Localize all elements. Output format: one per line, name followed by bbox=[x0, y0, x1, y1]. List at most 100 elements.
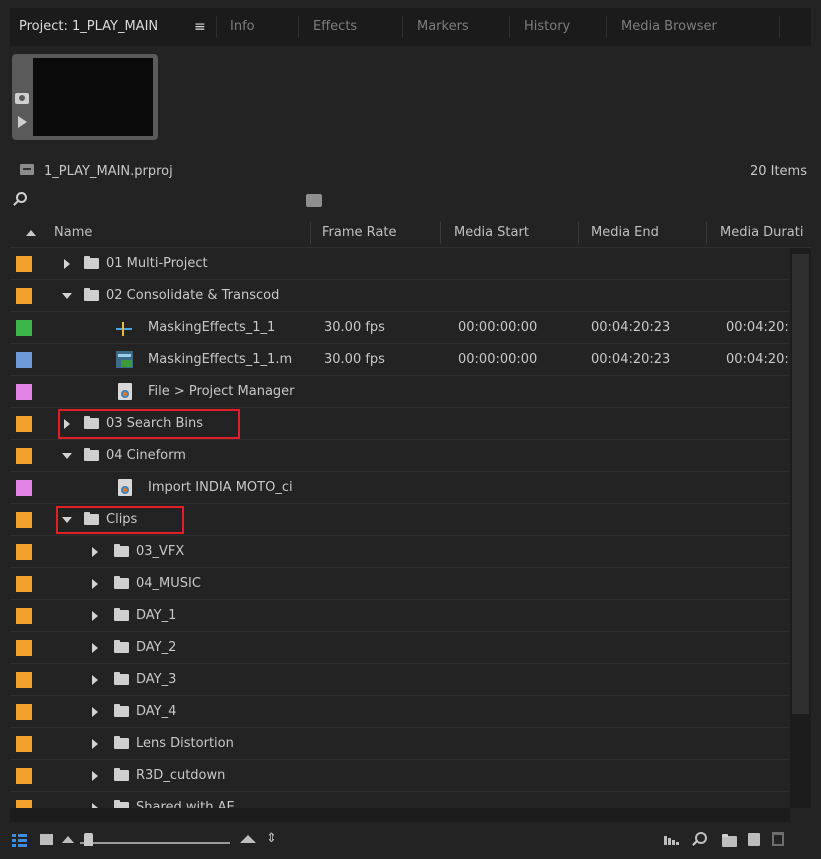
tab-markers[interactable]: Markers bbox=[417, 8, 469, 46]
folder-icon bbox=[114, 704, 129, 717]
collapse-arrow-icon[interactable] bbox=[62, 293, 72, 299]
column-header-media-start[interactable]: Media Start bbox=[454, 218, 529, 248]
list-item[interactable]: File > Project Manager bbox=[10, 376, 789, 408]
panel-menu-icon[interactable]: ≡ bbox=[194, 8, 206, 46]
label-color-chip[interactable] bbox=[16, 352, 32, 368]
up-folder-icon[interactable] bbox=[20, 164, 34, 175]
item-name: DAY_1 bbox=[136, 608, 177, 623]
clear-trash-icon[interactable] bbox=[772, 832, 784, 846]
column-divider[interactable] bbox=[440, 222, 441, 244]
list-item[interactable]: 01 Multi-Project bbox=[10, 248, 789, 280]
expand-arrow-icon[interactable] bbox=[92, 643, 98, 653]
list-item[interactable]: DAY_2 bbox=[10, 632, 789, 664]
search-input[interactable] bbox=[34, 190, 294, 212]
new-item-icon[interactable] bbox=[748, 833, 760, 846]
label-color-chip[interactable] bbox=[16, 768, 32, 784]
label-color-chip[interactable] bbox=[16, 288, 32, 304]
label-color-chip[interactable] bbox=[16, 576, 32, 592]
list-item[interactable]: Shared with AE bbox=[10, 792, 789, 808]
search-row bbox=[10, 190, 811, 212]
label-color-chip[interactable] bbox=[16, 448, 32, 464]
list-item[interactable]: Lens Distortion bbox=[10, 728, 789, 760]
label-color-chip[interactable] bbox=[16, 416, 32, 432]
expand-arrow-icon[interactable] bbox=[64, 259, 70, 269]
document-icon bbox=[118, 479, 132, 496]
expand-arrow-icon[interactable] bbox=[92, 547, 98, 557]
sort-icons-icon[interactable]: ⇕ bbox=[266, 830, 277, 848]
list-item[interactable]: 03_VFX bbox=[10, 536, 789, 568]
camera-icon[interactable] bbox=[15, 93, 29, 104]
zoom-in-icon[interactable] bbox=[240, 835, 256, 843]
tab-info[interactable]: Info bbox=[230, 8, 255, 46]
expand-arrow-icon[interactable] bbox=[92, 739, 98, 749]
column-header-media-duration[interactable]: Media Durati bbox=[720, 218, 811, 248]
label-color-chip[interactable] bbox=[16, 544, 32, 560]
play-icon[interactable] bbox=[18, 116, 27, 128]
automate-to-sequence-icon[interactable] bbox=[664, 836, 680, 845]
label-color-chip[interactable] bbox=[16, 704, 32, 720]
label-color-chip[interactable] bbox=[16, 640, 32, 656]
tab-divider bbox=[509, 16, 510, 38]
tab-project[interactable]: Project: 1_PLAY_MAIN bbox=[19, 8, 158, 46]
list-item[interactable]: Clips bbox=[10, 504, 789, 536]
expand-arrow-icon[interactable] bbox=[92, 675, 98, 685]
new-bin-icon[interactable] bbox=[722, 834, 737, 847]
media-end-value: 00:04:20:23 bbox=[591, 320, 671, 335]
new-search-bin-icon[interactable] bbox=[306, 194, 322, 207]
column-divider[interactable] bbox=[310, 222, 311, 244]
column-divider[interactable] bbox=[578, 222, 579, 244]
item-name: Shared with AE bbox=[136, 800, 235, 808]
label-color-chip[interactable] bbox=[16, 800, 32, 808]
item-name: 02 Consolidate & Transcod bbox=[106, 288, 280, 303]
item-name: R3D_cutdown bbox=[136, 768, 226, 783]
list-item[interactable]: DAY_4 bbox=[10, 696, 789, 728]
column-header-media-end[interactable]: Media End bbox=[591, 218, 659, 248]
horizontal-scrollbar[interactable] bbox=[10, 808, 790, 822]
list-view-icon[interactable] bbox=[12, 833, 28, 847]
expand-arrow-icon[interactable] bbox=[92, 579, 98, 589]
label-color-chip[interactable] bbox=[16, 672, 32, 688]
collapse-arrow-icon[interactable] bbox=[62, 453, 72, 459]
vertical-scrollbar[interactable] bbox=[790, 248, 811, 808]
column-header-name[interactable]: Name bbox=[54, 218, 92, 248]
list-item[interactable]: DAY_3 bbox=[10, 664, 789, 696]
icon-view-icon[interactable] bbox=[40, 834, 53, 845]
list-item[interactable]: MaskingEffects_1_1.m 30.00 fps 00:00:00:… bbox=[10, 344, 789, 376]
item-name: Import INDIA MOTO_ci bbox=[148, 480, 293, 495]
list-item[interactable]: R3D_cutdown bbox=[10, 760, 789, 792]
tab-effects[interactable]: Effects bbox=[313, 8, 357, 46]
find-icon[interactable] bbox=[695, 832, 707, 844]
label-color-chip[interactable] bbox=[16, 256, 32, 272]
zoom-slider-handle[interactable] bbox=[84, 833, 93, 846]
list-item[interactable]: 03 Search Bins bbox=[10, 408, 789, 440]
item-name: 04 Cineform bbox=[106, 448, 186, 463]
label-color-chip[interactable] bbox=[16, 512, 32, 528]
list-item[interactable]: 04 Cineform bbox=[10, 440, 789, 472]
folder-icon bbox=[114, 736, 129, 749]
sort-ascending-icon[interactable] bbox=[26, 230, 36, 236]
tab-media-browser[interactable]: Media Browser bbox=[621, 8, 717, 46]
preview-screen bbox=[33, 58, 153, 136]
expand-arrow-icon[interactable] bbox=[92, 707, 98, 717]
expand-arrow-icon[interactable] bbox=[92, 611, 98, 621]
tab-history[interactable]: History bbox=[524, 8, 570, 46]
label-color-chip[interactable] bbox=[16, 320, 32, 336]
expand-arrow-icon[interactable] bbox=[92, 771, 98, 781]
list-item[interactable]: Import INDIA MOTO_ci bbox=[10, 472, 789, 504]
list-item[interactable]: DAY_1 bbox=[10, 600, 789, 632]
column-divider[interactable] bbox=[706, 222, 707, 244]
list-item[interactable]: 04_MUSIC bbox=[10, 568, 789, 600]
project-file-name: 1_PLAY_MAIN.prproj bbox=[44, 164, 173, 179]
freeform-view-icon[interactable] bbox=[62, 836, 74, 843]
label-color-chip[interactable] bbox=[16, 736, 32, 752]
label-color-chip[interactable] bbox=[16, 480, 32, 496]
list-item[interactable]: 02 Consolidate & Transcod bbox=[10, 280, 789, 312]
column-header-frame-rate[interactable]: Frame Rate bbox=[322, 218, 396, 248]
scrollbar-thumb[interactable] bbox=[792, 254, 809, 714]
label-color-chip[interactable] bbox=[16, 384, 32, 400]
highlight-box bbox=[58, 409, 240, 439]
zoom-slider-track[interactable] bbox=[80, 842, 230, 844]
tab-divider bbox=[298, 16, 299, 38]
list-item[interactable]: MaskingEffects_1_1 30.00 fps 00:00:00:00… bbox=[10, 312, 789, 344]
label-color-chip[interactable] bbox=[16, 608, 32, 624]
